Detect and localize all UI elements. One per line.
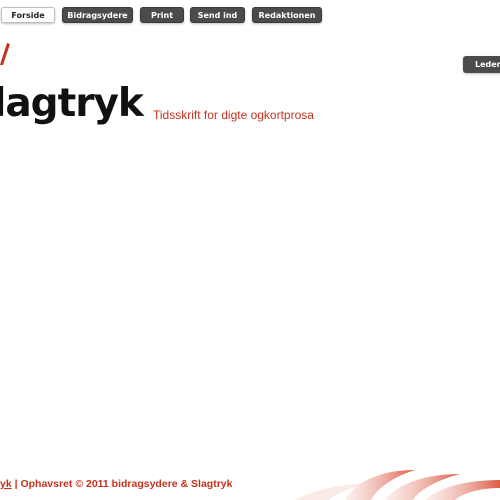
nav-bidragsydere-button[interactable]: Bidragsydere [62,7,133,23]
logo-mark-icon [0,43,10,65]
site-logo[interactable]: lagtryk [0,84,144,123]
footer-home-link[interactable]: yk [0,478,12,490]
leder-button[interactable]: Leder [463,56,500,73]
site-tagline: Tidsskrift for digte ogkortprosa [153,108,314,122]
footer-copyright: Ophavsret © 2011 bidragsydere & Slagtryk [20,478,233,490]
nav-print-button[interactable]: Print [140,7,184,23]
nav-redaktionen-button[interactable]: Redaktionen [252,7,322,23]
footer: yk | Ophavsret © 2011 bidragsydere & Sla… [0,478,232,490]
decorative-swoosh-graphic [295,470,500,500]
nav-forside-button[interactable]: Forside [1,7,55,23]
nav-send-ind-button[interactable]: Send ind [190,7,245,23]
